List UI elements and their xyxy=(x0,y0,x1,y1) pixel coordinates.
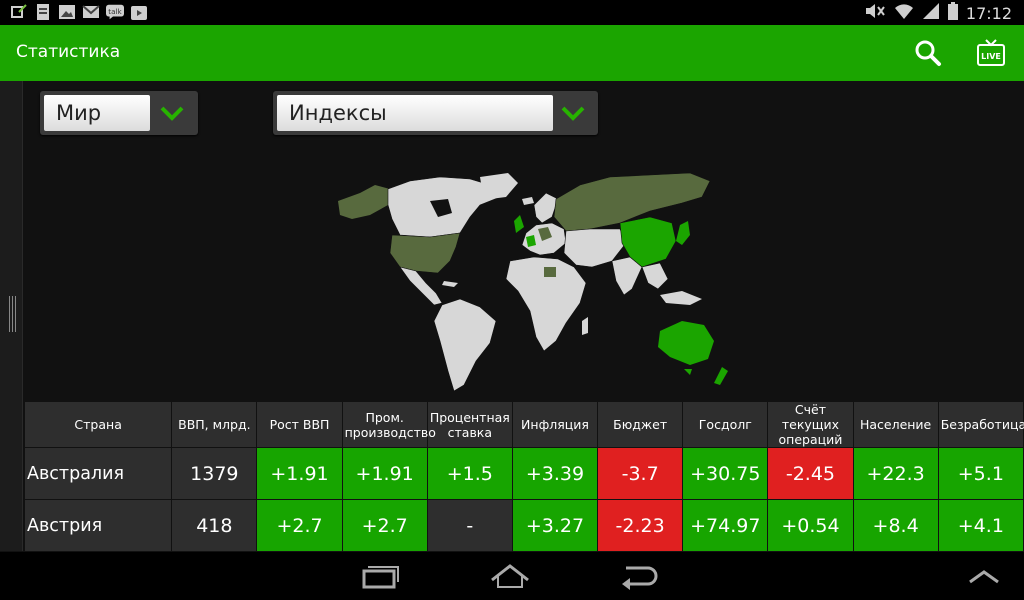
chevron-down-icon xyxy=(160,106,184,121)
live-tv-icon: LIVE xyxy=(977,39,1005,66)
column-header[interactable]: Процентная ставка xyxy=(427,402,512,447)
search-button[interactable] xyxy=(912,37,944,69)
back-button[interactable] xyxy=(618,560,662,592)
table-row[interactable]: Австрия 418 +2.7 +2.7 - +3.27 -2.23 +74.… xyxy=(25,500,1023,551)
gdp-cell: 418 xyxy=(172,500,257,551)
value-cell: +1.91 xyxy=(257,448,342,499)
status-clock: 17:12 xyxy=(965,3,1012,23)
value-cell: +8.4 xyxy=(853,500,938,551)
value-cell: +1.91 xyxy=(342,448,427,499)
action-bar: Статистика LIVE xyxy=(0,25,1024,81)
mute-icon xyxy=(864,3,886,23)
country-cell: Австралия xyxy=(25,448,172,499)
country-cell: Австрия xyxy=(25,500,172,551)
map-region-south-america[interactable] xyxy=(433,298,497,392)
column-header[interactable]: Инфляция xyxy=(512,402,598,447)
statistics-table: Страна ВВП, млрд. Рост ВВП Пром. произво… xyxy=(24,401,1024,552)
column-header[interactable]: Счёт текущих операций xyxy=(768,402,853,447)
svg-text:talk: talk xyxy=(108,7,122,16)
column-header[interactable]: Безработица xyxy=(938,402,1024,447)
navigation-bar xyxy=(0,552,1024,600)
drag-handle-icon xyxy=(9,296,16,332)
page-title: Статистика xyxy=(16,42,121,62)
value-cell: -2.23 xyxy=(598,500,683,551)
category-select[interactable]: Индексы xyxy=(273,91,598,135)
value-cell: +30.75 xyxy=(683,448,768,499)
home-button[interactable] xyxy=(488,560,532,592)
chevron-down-icon xyxy=(561,106,585,121)
category-select-value: Индексы xyxy=(277,95,553,131)
table-row[interactable]: Австралия 1379 +1.91 +1.91 +1.5 +3.39 -3… xyxy=(25,448,1023,499)
map-region-uk[interactable] xyxy=(514,215,524,233)
mail-icon xyxy=(82,3,100,21)
status-notifications: talk xyxy=(10,3,148,21)
column-header[interactable]: Страна xyxy=(25,402,172,447)
wifi-icon xyxy=(894,2,914,24)
expand-up-button[interactable] xyxy=(962,560,1006,592)
value-cell: +2.7 xyxy=(342,500,427,551)
column-header[interactable]: Население xyxy=(853,402,938,447)
table-header-row: Страна ВВП, млрд. Рост ВВП Пром. произво… xyxy=(25,402,1024,447)
usb-icon xyxy=(10,3,28,21)
signal-icon xyxy=(922,2,940,24)
column-header[interactable]: Рост ВВП xyxy=(257,402,342,447)
map-region-alaska[interactable] xyxy=(338,185,390,219)
image-icon xyxy=(58,3,76,21)
map-region-japan[interactable] xyxy=(676,221,690,245)
map-region-australia[interactable] xyxy=(658,321,714,365)
talk-icon: talk xyxy=(106,3,124,21)
status-bar: talk 17:12 xyxy=(0,0,1024,25)
column-header[interactable]: Пром. производство xyxy=(342,402,436,447)
value-cell: -2.45 xyxy=(768,448,853,499)
recent-apps-button[interactable] xyxy=(358,560,402,592)
play-store-icon xyxy=(130,3,148,21)
column-header[interactable]: Госдолг xyxy=(683,402,768,447)
home-icon xyxy=(491,564,529,588)
recent-apps-icon xyxy=(362,566,399,589)
value-cell: +5.1 xyxy=(938,448,1023,499)
region-select[interactable]: Мир xyxy=(40,91,198,135)
region-select-value: Мир xyxy=(44,95,150,131)
gdp-cell: 1379 xyxy=(172,448,257,499)
value-cell: +0.54 xyxy=(768,500,853,551)
value-cell: +22.3 xyxy=(853,448,938,499)
map-region-new-zealand[interactable] xyxy=(714,367,728,385)
map-region-se-asia[interactable] xyxy=(641,262,669,290)
value-cell: +1.5 xyxy=(427,448,512,499)
document-icon xyxy=(34,3,52,21)
battery-icon xyxy=(947,2,958,24)
world-map[interactable] xyxy=(330,171,730,396)
column-header[interactable]: Бюджет xyxy=(598,402,683,447)
map-region-scandinavia[interactable] xyxy=(533,192,559,224)
statistics-content: Мир Индексы Страна ВВП, млрд. Рост ВВП П… xyxy=(24,81,1024,552)
value-cell: +4.1 xyxy=(938,500,1023,551)
column-header[interactable]: ВВП, млрд. xyxy=(172,402,257,447)
svg-text:LIVE: LIVE xyxy=(981,52,1001,61)
expand-up-icon xyxy=(969,570,999,584)
status-system: 17:12 xyxy=(864,2,1012,24)
value-cell: +3.27 xyxy=(512,500,598,551)
value-cell: - xyxy=(427,500,512,551)
value-cell: +74.97 xyxy=(683,500,768,551)
search-icon xyxy=(915,40,941,66)
back-icon xyxy=(622,566,658,590)
value-cell: +2.7 xyxy=(257,500,342,551)
value-cell: -3.7 xyxy=(598,448,683,499)
value-cell: +3.39 xyxy=(512,448,598,499)
live-tv-button[interactable]: LIVE xyxy=(975,37,1007,69)
side-drawer-handle[interactable] xyxy=(0,81,23,551)
